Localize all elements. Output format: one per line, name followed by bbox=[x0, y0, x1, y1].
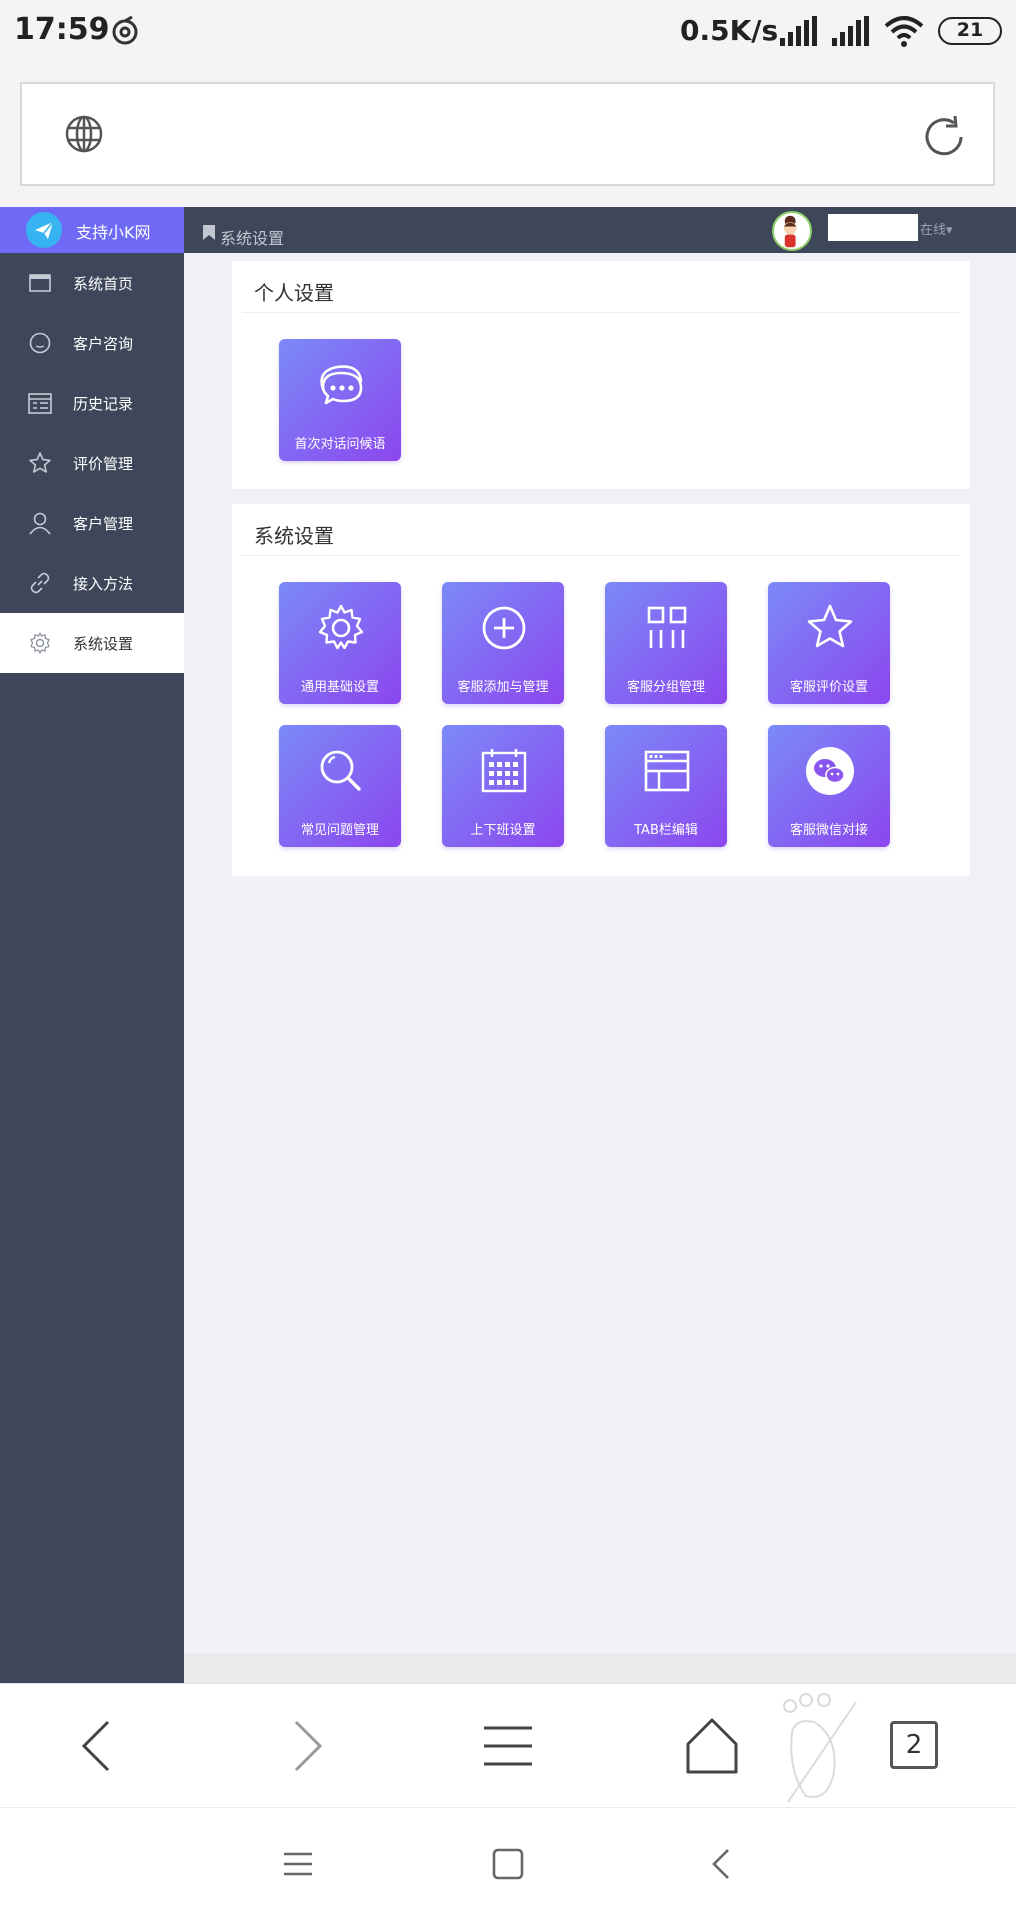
tile-label: 常见问题管理 bbox=[300, 823, 379, 838]
tile-label: TAB栏编辑 bbox=[634, 823, 698, 838]
tile-label: 客服分组管理 bbox=[626, 680, 705, 695]
search-icon bbox=[320, 750, 361, 791]
browser-toolbar: 2 bbox=[0, 1683, 1016, 1807]
sidebar-item-label: 客户咨询 bbox=[73, 335, 134, 353]
network-speed: 0.5K/s bbox=[680, 14, 779, 47]
tile-label: 首次对话问候语 bbox=[294, 437, 386, 452]
sidebar-item-access[interactable]: 接入方法 bbox=[0, 553, 184, 613]
system-nav-bar bbox=[0, 1807, 1016, 1920]
wechat-icon bbox=[806, 747, 854, 795]
sidebar-item-label: 评价管理 bbox=[73, 455, 134, 473]
chat-bubble-icon bbox=[29, 332, 51, 354]
tab-switcher-button[interactable]: 2 bbox=[890, 1721, 938, 1769]
personal-settings-card: 个人设置 首次对话问候语 bbox=[232, 261, 970, 489]
tile-general-settings[interactable]: 通用基础设置 bbox=[279, 582, 401, 704]
brand-block[interactable]: 支持小K网 bbox=[0, 207, 184, 253]
avatar[interactable] bbox=[772, 211, 812, 251]
grid-bars-icon bbox=[647, 606, 687, 648]
sidebar-item-history[interactable]: 历史记录 bbox=[0, 373, 184, 433]
tile-label: 客服添加与管理 bbox=[457, 680, 549, 695]
tile-greeting[interactable]: 首次对话问候语 bbox=[279, 339, 401, 461]
sidebar-item-customers[interactable]: 客户管理 bbox=[0, 493, 184, 553]
tile-label: 上下班设置 bbox=[470, 823, 536, 838]
bookmark-icon bbox=[203, 225, 215, 240]
chat-dots-icon bbox=[320, 365, 363, 405]
link-icon bbox=[30, 572, 50, 594]
reload-icon[interactable] bbox=[919, 112, 969, 162]
calendar-list-icon bbox=[28, 393, 52, 414]
wifi-icon bbox=[884, 16, 924, 47]
system-back-icon[interactable] bbox=[702, 1844, 742, 1884]
gear-icon bbox=[318, 604, 364, 650]
status-bar: 17:59 0.5K/s 21 bbox=[0, 0, 1016, 62]
tile-wechat[interactable]: 客服微信对接 bbox=[768, 725, 890, 847]
menu-icon[interactable] bbox=[476, 1714, 540, 1778]
tile-tab-editor[interactable]: TAB栏编辑 bbox=[605, 725, 727, 847]
globe-icon bbox=[65, 115, 103, 153]
sidebar-item-label: 接入方法 bbox=[73, 575, 134, 593]
tile-work-hours[interactable]: 上下班设置 bbox=[442, 725, 564, 847]
sidebar-item-reviews[interactable]: 评价管理 bbox=[0, 433, 184, 493]
status-time: 17:59 bbox=[14, 12, 110, 47]
star-icon bbox=[807, 604, 853, 648]
sidebar-item-settings[interactable]: 系统设置 bbox=[0, 613, 184, 673]
content-footer bbox=[184, 1653, 1016, 1683]
sidebar-item-label: 系统首页 bbox=[73, 275, 134, 293]
tile-label: 客服微信对接 bbox=[789, 823, 868, 838]
user-icon bbox=[29, 512, 51, 535]
home-icon[interactable] bbox=[680, 1714, 744, 1778]
signal-icon bbox=[780, 16, 817, 46]
main-content: 个人设置 首次对话问候语 系统设置 通用基础设置 客服添加与管理 客服分组管理 … bbox=[184, 253, 1016, 1683]
battery-indicator: 21 bbox=[938, 17, 1002, 45]
gear-icon bbox=[30, 632, 50, 654]
tile-faq[interactable]: 常见问题管理 bbox=[279, 725, 401, 847]
paper-plane-icon bbox=[26, 212, 62, 248]
star-icon bbox=[29, 452, 51, 473]
section-title: 系统设置 bbox=[254, 524, 334, 548]
footprint-watermark-icon bbox=[783, 1693, 857, 1803]
section-title: 个人设置 bbox=[254, 281, 334, 305]
address-bar[interactable] bbox=[20, 82, 995, 186]
tile-rating-settings[interactable]: 客服评价设置 bbox=[768, 582, 890, 704]
sidebar-item-home[interactable]: 系统首页 bbox=[0, 253, 184, 313]
tile-add-agents[interactable]: 客服添加与管理 bbox=[442, 582, 564, 704]
home-square-icon[interactable] bbox=[488, 1844, 528, 1884]
notification-swirl-icon bbox=[112, 16, 138, 45]
tile-agent-groups[interactable]: 客服分组管理 bbox=[605, 582, 727, 704]
username-field bbox=[828, 214, 918, 241]
brand-label: 支持小K网 bbox=[76, 223, 151, 242]
sidebar-item-label: 系统设置 bbox=[73, 635, 134, 653]
sidebar-item-label: 历史记录 bbox=[73, 395, 134, 413]
system-settings-card: 系统设置 通用基础设置 客服添加与管理 客服分组管理 客服评价设置 常见问题管理… bbox=[232, 504, 970, 876]
card-header: 个人设置 bbox=[242, 261, 960, 313]
tile-label: 通用基础设置 bbox=[300, 680, 379, 695]
app-header: 支持小K网 系统设置 在线▾ bbox=[0, 207, 1016, 253]
back-icon[interactable] bbox=[68, 1714, 132, 1778]
tile-label: 客服评价设置 bbox=[789, 680, 868, 695]
sidebar-item-label: 客户管理 bbox=[73, 515, 134, 533]
window-icon bbox=[29, 274, 51, 292]
user-status-dropdown[interactable]: 在线▾ bbox=[920, 219, 953, 238]
sidebar-item-consult[interactable]: 客户咨询 bbox=[0, 313, 184, 373]
calendar-icon bbox=[481, 749, 527, 793]
sidebar: 系统首页 客户咨询 历史记录 评价管理 客户管理 接入方法 系统设置 bbox=[0, 253, 184, 1683]
forward-icon[interactable] bbox=[272, 1714, 336, 1778]
plus-circle-icon bbox=[482, 606, 526, 650]
card-header: 系统设置 bbox=[242, 504, 960, 556]
recent-apps-icon[interactable] bbox=[278, 1844, 318, 1884]
browser-window-icon bbox=[644, 750, 690, 792]
breadcrumb: 系统设置 bbox=[220, 229, 285, 248]
signal-icon-2 bbox=[832, 16, 869, 46]
